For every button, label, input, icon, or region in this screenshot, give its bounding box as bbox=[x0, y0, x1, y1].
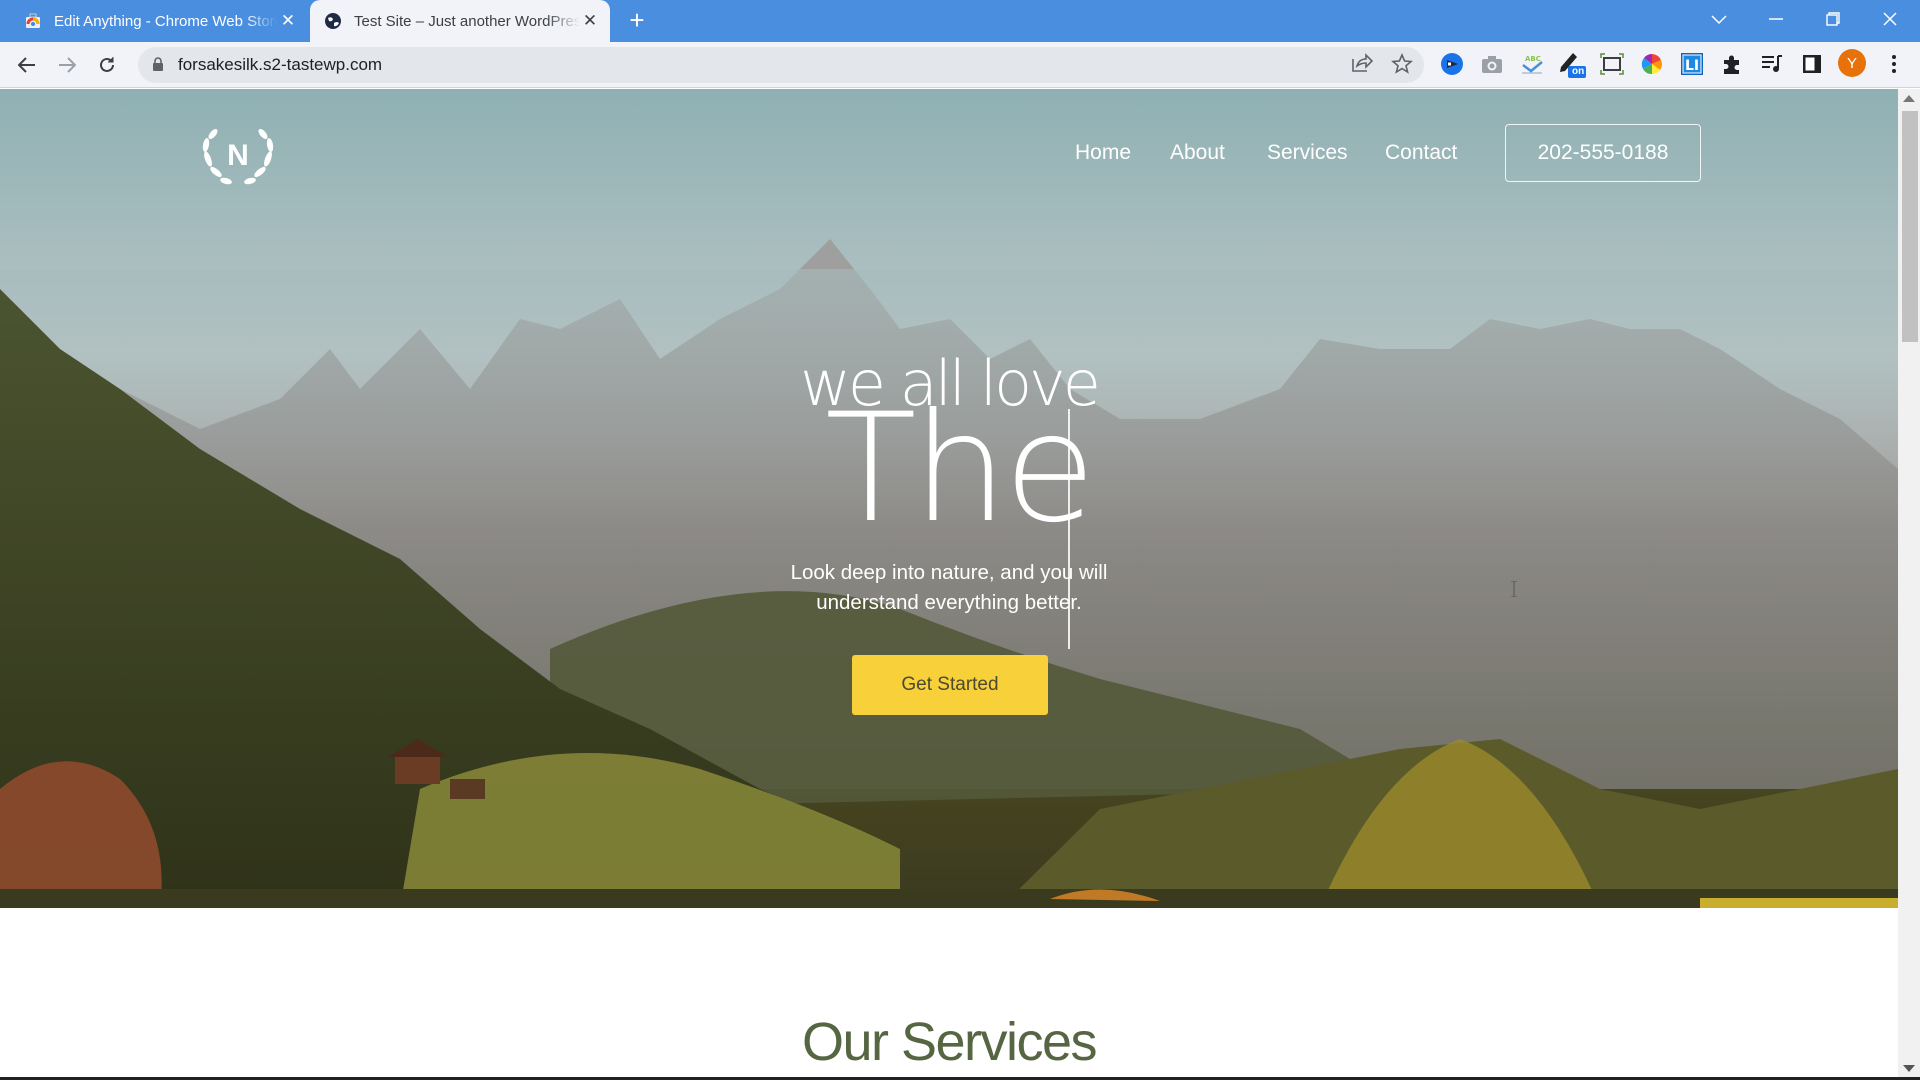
text-cursor-icon bbox=[1511, 581, 1517, 597]
close-icon bbox=[1883, 12, 1897, 26]
forward-arrow-icon bbox=[59, 57, 77, 73]
reload-button[interactable] bbox=[92, 50, 122, 80]
tab-search-button[interactable] bbox=[1694, 0, 1744, 40]
tagline-line-1: Look deep into nature, and you will bbox=[790, 561, 1108, 584]
site-logo[interactable]: N bbox=[198, 119, 278, 189]
svg-text:LI: LI bbox=[1685, 58, 1699, 74]
nav-services[interactable]: Services bbox=[1267, 141, 1348, 165]
get-started-button[interactable]: Get Started bbox=[852, 655, 1048, 715]
reload-icon bbox=[100, 57, 114, 72]
tab-title: Edit Anything - Chrome Web Store bbox=[54, 12, 278, 30]
tab-strip: Edit Anything - Chrome Web Store ✕ Test … bbox=[0, 0, 1920, 42]
puzzle-extensions-icon[interactable] bbox=[1718, 50, 1746, 78]
services-section-title: Our Services bbox=[801, 1012, 1098, 1072]
avatar: Y bbox=[1838, 49, 1866, 77]
nav-home[interactable]: Home bbox=[1075, 141, 1131, 165]
lock-icon bbox=[153, 57, 163, 71]
tab-edit-anything[interactable]: Edit Anything - Chrome Web Store ✕ bbox=[10, 0, 308, 42]
browser-toolbar: forsakesilk.s2-tastewp.com ABC on LI Y bbox=[0, 42, 1920, 88]
hero-tagline: Look deep into nature, and you will unde… bbox=[0, 558, 1898, 618]
profile-avatar[interactable]: Y bbox=[1838, 49, 1866, 77]
tab-test-site[interactable]: Test Site – Just another WordPress site … bbox=[310, 0, 610, 42]
camera-icon[interactable] bbox=[1478, 50, 1506, 78]
page-scrollbar[interactable] bbox=[1898, 89, 1920, 1080]
scroll-thumb[interactable] bbox=[1902, 111, 1918, 342]
screenshot-frame-icon[interactable] bbox=[1598, 50, 1626, 78]
scroll-up-arrow-icon[interactable] bbox=[1903, 95, 1915, 102]
chevron-down-icon bbox=[1711, 15, 1727, 25]
hero-heading-typed: The bbox=[825, 382, 1096, 556]
restore-button[interactable] bbox=[1808, 0, 1858, 40]
forward-button[interactable] bbox=[52, 50, 82, 80]
media-queue-icon[interactable] bbox=[1758, 50, 1786, 78]
side-panel-icon[interactable] bbox=[1798, 50, 1826, 78]
nav-about[interactable]: About bbox=[1170, 141, 1225, 165]
pencil-on-icon[interactable]: on bbox=[1558, 50, 1586, 78]
close-tab-icon[interactable]: ✕ bbox=[278, 11, 298, 31]
page-viewport: N Home About Services Contact 202-555-01… bbox=[0, 89, 1898, 1080]
back-arrow-icon bbox=[17, 57, 35, 73]
phone-button[interactable]: 202-555-0188 bbox=[1505, 124, 1701, 182]
screencastify-icon[interactable] bbox=[1438, 50, 1466, 78]
bookmark-star-icon[interactable] bbox=[1390, 52, 1414, 77]
address-bar[interactable]: forsakesilk.s2-tastewp.com bbox=[138, 47, 1424, 83]
back-button[interactable] bbox=[12, 50, 42, 80]
kebab-menu-icon bbox=[1892, 55, 1896, 73]
tagline-line-2: understand everything better. bbox=[816, 591, 1082, 614]
minimize-button[interactable] bbox=[1751, 0, 1801, 40]
scroll-down-arrow-icon[interactable] bbox=[1903, 1065, 1915, 1072]
close-tab-icon[interactable]: ✕ bbox=[580, 11, 600, 31]
svg-text:ABC: ABC bbox=[1525, 55, 1541, 63]
minimize-icon bbox=[1769, 18, 1783, 20]
chrome-web-store-icon bbox=[26, 13, 40, 28]
url-text: forsakesilk.s2-tastewp.com bbox=[178, 55, 383, 74]
browser-menu-button[interactable] bbox=[1880, 50, 1908, 78]
share-icon[interactable] bbox=[1350, 53, 1374, 77]
color-wheel-icon[interactable] bbox=[1638, 50, 1666, 78]
li-icon[interactable]: LI bbox=[1678, 50, 1706, 78]
spellcheck-abc-icon[interactable]: ABC bbox=[1518, 50, 1546, 78]
restore-icon bbox=[1826, 12, 1840, 26]
close-window-button[interactable] bbox=[1865, 0, 1915, 40]
wordpress-globe-icon bbox=[325, 13, 341, 29]
extension-badge: on bbox=[1572, 66, 1585, 77]
logo-letter: N bbox=[227, 139, 249, 172]
tab-title: Test Site – Just another WordPress site bbox=[354, 12, 580, 30]
hero-section: N Home About Services Contact 202-555-01… bbox=[0, 89, 1898, 908]
nav-contact[interactable]: Contact bbox=[1385, 141, 1457, 165]
new-tab-button[interactable]: + bbox=[622, 6, 652, 36]
